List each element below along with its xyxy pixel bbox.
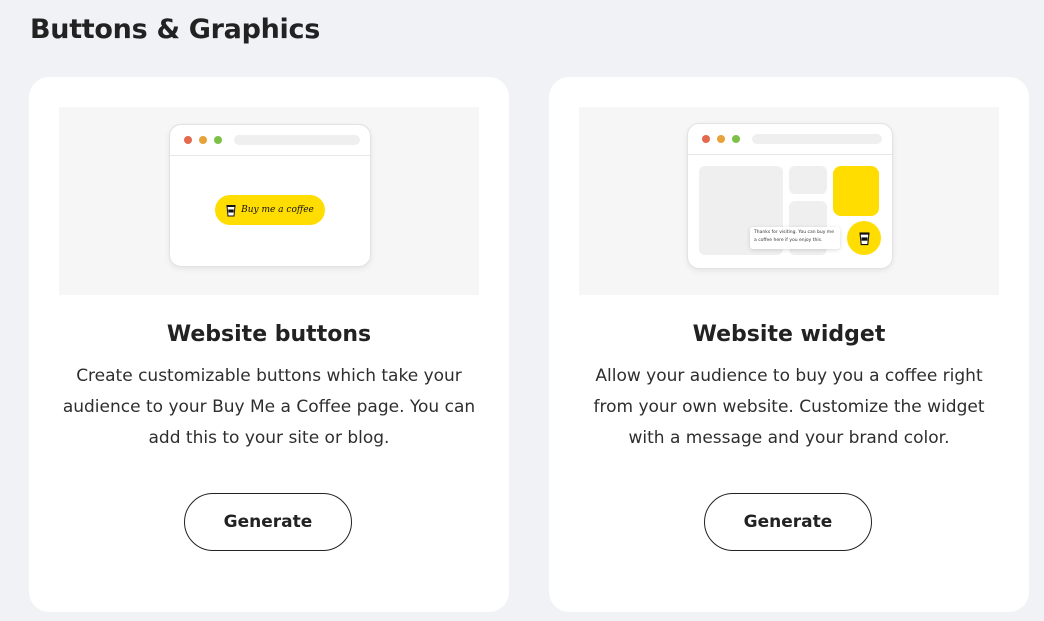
buy-me-a-coffee-button-preview: Buy me a coffee bbox=[215, 195, 325, 225]
browser-mockup: Thanks for visiting. You can buy me a co… bbox=[687, 123, 893, 269]
website-buttons-preview: Buy me a coffee bbox=[59, 107, 479, 295]
window-close-dot bbox=[184, 136, 192, 144]
address-bar bbox=[234, 135, 360, 145]
browser-toolbar bbox=[170, 125, 370, 156]
address-bar bbox=[752, 134, 882, 144]
coffee-cup-icon bbox=[858, 231, 870, 245]
website-widget-card: Thanks for visiting. You can buy me a co… bbox=[549, 77, 1029, 612]
widget-launcher bbox=[847, 221, 881, 255]
placeholder-block-small bbox=[789, 166, 827, 194]
website-buttons-card: Buy me a coffee Website buttons Create c… bbox=[29, 77, 509, 612]
window-maximize-dot bbox=[732, 135, 740, 143]
browser-toolbar bbox=[688, 124, 892, 155]
card-title: Website widget bbox=[692, 322, 886, 347]
window-minimize-dot bbox=[199, 136, 207, 144]
card-description: Allow your audience to buy you a coffee … bbox=[593, 366, 985, 448]
page-title: Buttons & Graphics bbox=[30, 14, 320, 45]
widget-message-tooltip: Thanks for visiting. You can buy me a co… bbox=[750, 227, 840, 249]
preview-button-text: Buy me a coffee bbox=[241, 205, 314, 215]
window-minimize-dot bbox=[717, 135, 725, 143]
generate-widget-button[interactable]: Generate bbox=[704, 493, 872, 551]
coffee-cup-icon bbox=[226, 204, 236, 216]
window-close-dot bbox=[702, 135, 710, 143]
browser-mockup: Buy me a coffee bbox=[169, 124, 371, 267]
website-widget-preview: Thanks for visiting. You can buy me a co… bbox=[579, 107, 999, 295]
card-title: Website buttons bbox=[166, 322, 372, 347]
window-maximize-dot bbox=[214, 136, 222, 144]
accent-block bbox=[833, 166, 879, 216]
generate-buttons-button[interactable]: Generate bbox=[184, 493, 352, 551]
card-description: Create customizable buttons which take y… bbox=[62, 366, 476, 448]
